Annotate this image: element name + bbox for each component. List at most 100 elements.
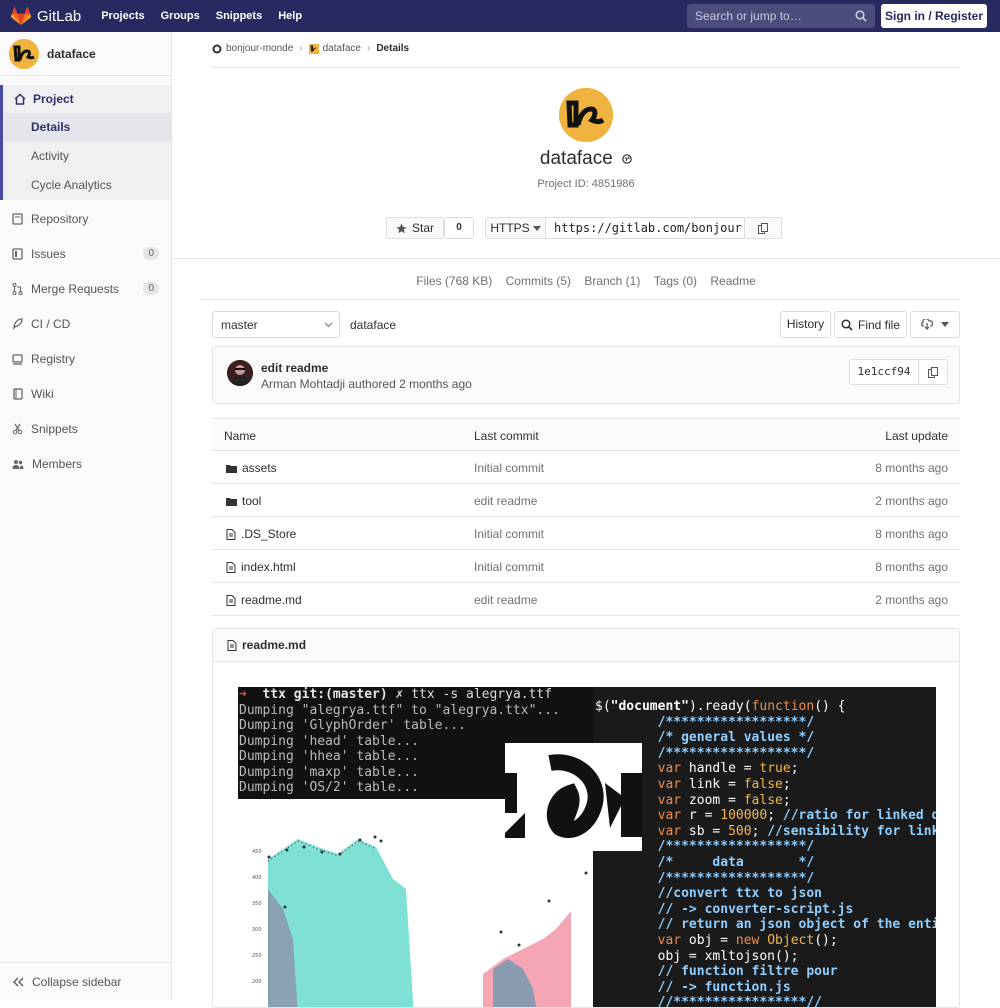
breadcrumb-separator: ›	[366, 43, 371, 54]
divider	[172, 258, 1000, 259]
sidebar-item-label: Registry	[31, 351, 76, 366]
sidebar-item-registry[interactable]: Registry	[0, 341, 171, 376]
stat-tags[interactable]: Tags (0)	[654, 274, 697, 288]
home-icon	[14, 93, 26, 105]
search-icon	[855, 10, 867, 22]
sidebar-item-label: Merge Requests	[31, 281, 120, 296]
file-last-commit[interactable]: edit readme	[474, 494, 537, 508]
clone-protocol-label: HTTPS	[490, 221, 530, 235]
table-row[interactable]: index.html Initial commit 8 months ago	[212, 550, 960, 583]
issues-icon	[12, 247, 23, 260]
copy-url-button[interactable]	[744, 217, 782, 239]
file-last-update: 2 months ago	[875, 494, 948, 508]
project-id: Project ID: 4851986	[537, 178, 635, 190]
sidebar-item-label: Project	[33, 92, 74, 106]
sidebar-item-wiki[interactable]: Wiki	[0, 376, 171, 411]
nav-groups[interactable]: Groups	[161, 10, 200, 22]
terminal-line: Dumping "alegrya.ttf" to "alegrya.ttx"..…	[239, 702, 560, 718]
collapse-sidebar-button[interactable]: Collapse sidebar	[0, 962, 171, 1000]
commit-title[interactable]: edit readme	[261, 361, 328, 375]
commit-sha[interactable]: 1e1ccf94	[849, 359, 919, 385]
terminal-line: Dumping 'OS/2' table...	[239, 780, 420, 795]
copy-sha-button[interactable]	[918, 359, 948, 385]
sidebar-item-label: Wiki	[31, 386, 54, 401]
tick-label: 300	[252, 927, 262, 933]
star-icon	[396, 223, 407, 233]
glyph-closeup-image	[505, 743, 642, 851]
file-name-cell[interactable]: readme.md	[226, 593, 302, 607]
clone-url-input[interactable]: https://gitlab.com/bonjour-m	[545, 217, 745, 239]
breadcrumb-group[interactable]: bonjour-monde	[226, 43, 293, 54]
breadcrumb-current[interactable]: Details	[376, 43, 409, 54]
readme-title[interactable]: readme.md	[242, 638, 306, 652]
sign-in-button[interactable]: Sign in / Register	[881, 4, 987, 28]
sidebar-item-ci-cd[interactable]: CI / CD	[0, 306, 171, 341]
table-row[interactable]: readme.md edit readme 2 months ago	[212, 583, 960, 616]
repo-path[interactable]: dataface	[350, 318, 396, 332]
file-table: Name Last commit Last update assets Init…	[212, 418, 960, 616]
file-name-cell[interactable]: index.html	[226, 560, 296, 574]
sidebar-item-snippets[interactable]: Snippets	[0, 411, 171, 446]
file-name-cell[interactable]: .DS_Store	[226, 527, 296, 541]
star-count[interactable]: 0	[444, 217, 474, 239]
download-icon	[921, 319, 933, 330]
clone-protocol-dropdown[interactable]: HTTPS	[485, 217, 546, 239]
file-last-commit[interactable]: Initial commit	[474, 527, 544, 541]
file-name-cell[interactable]: assets	[226, 461, 277, 475]
sidebar-project-header[interactable]: dataface	[0, 32, 171, 76]
caret-down-icon	[532, 225, 541, 231]
file-name: .DS_Store	[241, 527, 297, 541]
stat-commits[interactable]: Commits (5)	[506, 274, 571, 288]
gitlab-logo[interactable]: GitLab	[11, 0, 81, 32]
breadcrumb-project[interactable]: dataface	[323, 43, 361, 54]
table-header: Name Last commit Last update	[212, 418, 960, 451]
search-input[interactable]: Search or jump to…	[687, 4, 875, 28]
star-button[interactable]: Star	[386, 217, 444, 239]
find-file-label: Find file	[857, 317, 901, 332]
find-file-button[interactable]: Find file	[834, 311, 907, 338]
sidebar-subitem-cycle-analytics[interactable]: Cycle Analytics	[3, 171, 171, 200]
terminal-line: Dumping 'maxp' table...	[239, 764, 420, 780]
header-last-commit: Last commit	[474, 429, 539, 443]
sidebar-item-members[interactable]: Members	[0, 446, 171, 481]
terminal-line: Dumping 'hhea' table...	[239, 749, 420, 764]
file-last-update: 8 months ago	[875, 461, 948, 475]
sidebar-item-project[interactable]: Project	[3, 85, 171, 113]
tick-label: 200	[252, 979, 262, 985]
project-avatar	[9, 38, 39, 69]
divider	[200, 299, 960, 300]
author-avatar[interactable]	[227, 360, 253, 386]
folder-icon	[226, 464, 237, 473]
table-row[interactable]: .DS_Store Initial commit 8 months ago	[212, 517, 960, 550]
stat-branch[interactable]: Branch (1)	[584, 274, 640, 288]
sidebar-item-issues[interactable]: Issues 0	[0, 236, 171, 271]
nav-snippets[interactable]: Snippets	[216, 10, 262, 22]
history-button[interactable]: History	[780, 311, 831, 338]
sidebar-item-label: Repository	[31, 211, 89, 226]
sidebar-item-label: CI / CD	[31, 316, 71, 331]
download-dropdown[interactable]	[910, 311, 960, 338]
table-row[interactable]: tool edit readme 2 months ago	[212, 484, 960, 517]
project-name: dataface	[47, 46, 96, 61]
nav-help[interactable]: Help	[278, 10, 302, 22]
table-row[interactable]: assets Initial commit 8 months ago	[212, 451, 960, 484]
readme-image: ➜ ttx git:(master) ✗ ttx -s alegrya.ttf …	[238, 687, 936, 1007]
top-navbar: GitLab Projects Groups Snippets Help Sea…	[0, 0, 1000, 32]
issues-count-badge: 0	[143, 247, 159, 260]
nav-projects[interactable]: Projects	[101, 10, 144, 22]
branch-select-value: master	[221, 318, 258, 332]
stat-files[interactable]: Files (768 KB)	[416, 274, 492, 288]
file-last-commit[interactable]: Initial commit	[474, 560, 544, 574]
file-last-commit[interactable]: edit readme	[474, 593, 537, 607]
file-last-commit[interactable]: Initial commit	[474, 461, 544, 475]
branch-select[interactable]: master	[212, 311, 340, 338]
header-last-update: Last update	[885, 429, 948, 443]
sidebar-item-merge-requests[interactable]: Merge Requests 0	[0, 271, 171, 306]
collapse-sidebar-label: Collapse sidebar	[32, 974, 122, 989]
file-name-cell[interactable]: tool	[226, 494, 261, 508]
sidebar-subitem-activity[interactable]: Activity	[3, 142, 171, 171]
book-icon	[13, 387, 23, 400]
sidebar-item-repository[interactable]: Repository	[0, 201, 171, 236]
sidebar-subitem-details[interactable]: Details	[3, 113, 171, 142]
stat-readme[interactable]: Readme	[710, 274, 755, 288]
